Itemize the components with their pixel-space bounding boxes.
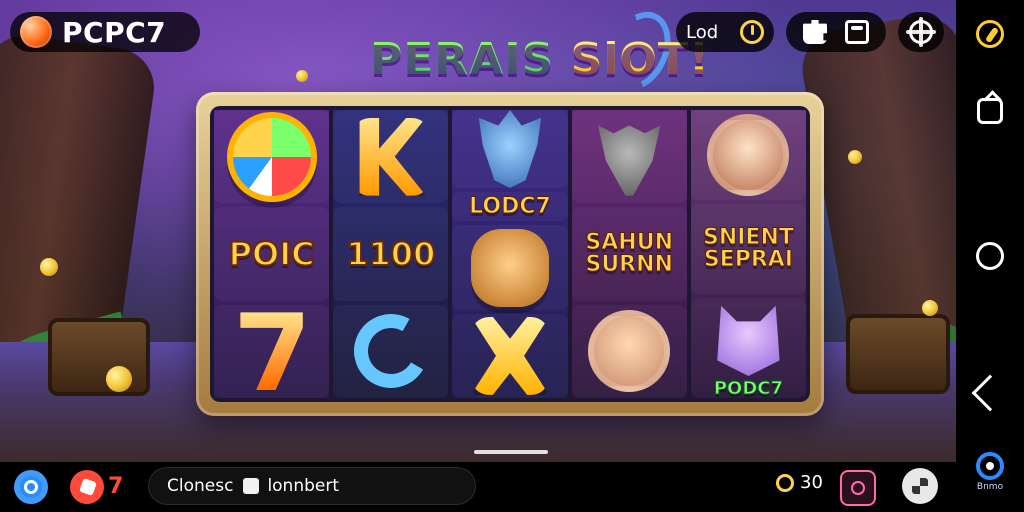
message-right-text: lonnbert <box>267 476 340 496</box>
symbol-seven-icon <box>240 312 303 391</box>
game-title: PERAIS SlOT! <box>370 34 710 85</box>
menu-button[interactable] <box>902 468 938 504</box>
symbol-ball-icon <box>226 111 317 202</box>
symbol-text: POIC <box>228 234 316 273</box>
slot-reels: POIC 1100 LODC7 SAHUN SURNN SNIENT SEPRA… <box>210 106 810 402</box>
symbol-x-icon <box>471 316 549 395</box>
reel-4-cell-bot <box>571 304 687 398</box>
power-icon <box>740 20 764 44</box>
symbol-goat-icon <box>598 125 661 196</box>
reel-2-cell-mid: 1100 <box>333 207 449 301</box>
home-indicator[interactable] <box>474 450 548 454</box>
game-scene: PERAIS SlOT! POIC 1100 LODC7 SAHUN SURNN… <box>0 0 956 462</box>
game-title-left: PERAIS <box>370 34 555 85</box>
back-icon[interactable] <box>971 374 1009 412</box>
reel-5: SNIENT SEPRAI PODC7 <box>690 110 807 399</box>
symbol-text: PODC7 <box>713 378 783 399</box>
balance-value: 30 <box>800 472 823 493</box>
message-field[interactable]: Clonesc lonnbert <box>148 467 476 505</box>
reel-1: POIC <box>214 110 330 398</box>
symbol-text: LODC7 <box>469 193 552 219</box>
settings-button[interactable] <box>898 12 944 52</box>
gear-icon <box>909 20 933 44</box>
coin-3 <box>296 70 308 82</box>
system-nav-bar: Bnmo <box>956 0 1024 512</box>
chat-icon[interactable] <box>14 470 48 504</box>
checkbox[interactable] <box>243 478 260 494</box>
reel-1-cell-bot <box>214 304 330 398</box>
symbol-text: 1100 <box>345 234 436 273</box>
symbol-text-line-1: SAHUN <box>585 229 674 255</box>
message-text: Clonesc <box>167 476 234 496</box>
reel-2-cell-top <box>333 110 449 204</box>
coin-1 <box>40 258 58 276</box>
reel-1-cell-top <box>214 110 330 204</box>
reel-3-cell-mid <box>452 225 568 310</box>
symbol-hero-icon <box>707 114 790 196</box>
symbol-lion-icon <box>471 228 549 307</box>
compass-icon[interactable] <box>976 20 1004 48</box>
brand-logo-icon <box>20 16 52 48</box>
balance: 30 <box>776 472 823 493</box>
symbol-cat-icon <box>717 305 780 376</box>
hex-button[interactable] <box>840 470 876 506</box>
reel-5-cell-top <box>690 110 807 200</box>
reel-2: 1100 <box>333 110 449 398</box>
tools-pill[interactable] <box>786 12 886 52</box>
alert-count: 7 <box>108 474 124 499</box>
symbol-c-icon <box>345 305 437 397</box>
reel-4-cell-mid: SAHUN SURNN <box>571 207 687 301</box>
puzzle-icon[interactable] <box>803 20 827 44</box>
slot-reel-frame: POIC 1100 LODC7 SAHUN SURNN SNIENT SEPRA… <box>196 92 824 416</box>
circle-icon[interactable] <box>976 242 1004 270</box>
reel-1-cell-mid: POIC <box>214 207 330 301</box>
reel-4-cell-top <box>571 110 687 204</box>
symbol-text-line-1: SNIENT <box>702 225 794 250</box>
mini-icon[interactable] <box>976 452 1004 480</box>
symbol-text-line-2: SEPRAI <box>703 247 793 272</box>
lod-button[interactable]: Lod <box>676 12 774 52</box>
coin-gear-icon <box>776 473 794 492</box>
reel-3-cell-top <box>452 110 568 188</box>
coin-4 <box>848 150 862 164</box>
message-right-group: lonnbert <box>243 476 339 496</box>
lod-label: Lod <box>686 21 719 43</box>
treasure-chest-left <box>48 318 150 396</box>
treasure-chest-right <box>846 314 950 394</box>
symbol-face-icon <box>588 310 671 393</box>
reel-3: LODC7 <box>452 110 568 398</box>
reel-4: SAHUN SURNN <box>571 110 687 398</box>
mini-label: Bnmo <box>976 482 1004 492</box>
brand-badge[interactable]: PCPC7 <box>10 12 200 52</box>
coin-2 <box>106 366 132 392</box>
coin-5 <box>922 300 938 316</box>
reel-3-cell-label: LODC7 <box>452 192 568 222</box>
symbol-k-icon <box>359 117 426 196</box>
symbol-text-line-2: SURNN <box>585 251 673 277</box>
reel-3-cell-bot <box>452 313 568 398</box>
reel-5-cell-bot: PODC7 <box>690 298 807 399</box>
brand-title: PCPC7 <box>62 15 167 49</box>
reel-2-cell-bot <box>333 304 449 398</box>
reel-5-cell-mid: SNIENT SEPRAI <box>690 204 807 294</box>
window-icon[interactable] <box>845 20 869 44</box>
symbol-wolf-icon <box>478 110 542 188</box>
share-icon[interactable] <box>977 98 1003 124</box>
alert-icon[interactable] <box>70 470 104 504</box>
